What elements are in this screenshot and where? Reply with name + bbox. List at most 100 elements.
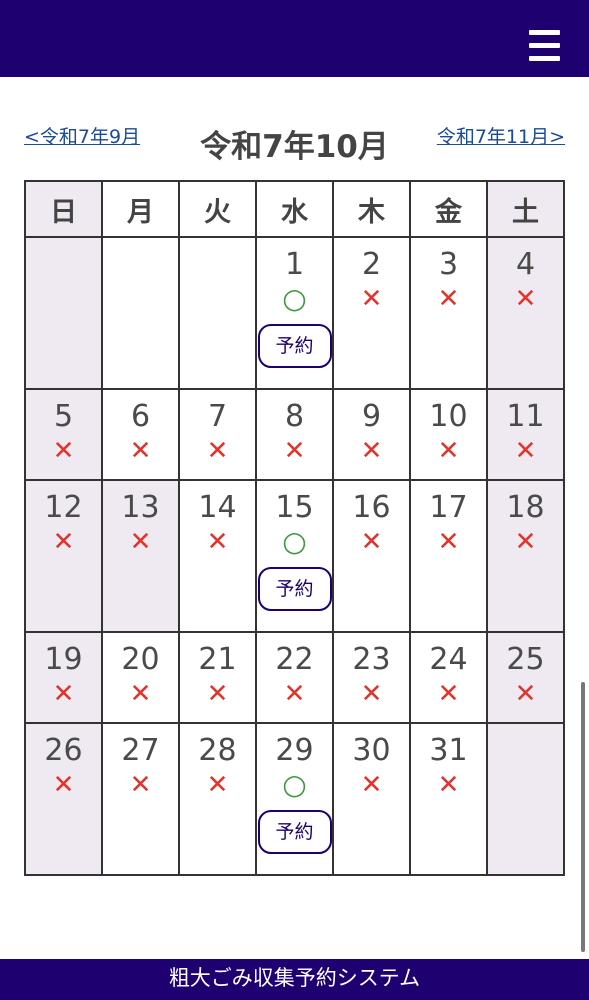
day-number: 7 [207, 399, 228, 434]
unavailable-mark-icon: ✕ [52, 770, 75, 800]
calendar-day-cell: 10 ✕ [409, 388, 488, 481]
unavailable-mark-icon: ✕ [437, 284, 460, 314]
day-number: 11 [506, 399, 545, 434]
calendar-day-cell: 7 ✕ [178, 388, 257, 481]
calendar-week-row: 5 ✕ 6 ✕ 7 ✕ 8 ✕ 9 ✕ 10 ✕ 11 ✕ [24, 388, 565, 481]
calendar-empty-cell [178, 236, 257, 390]
unavailable-mark-icon: ✕ [360, 284, 383, 314]
calendar-day-cell: 19 ✕ [24, 631, 103, 724]
weekday-sat: 土 [486, 180, 565, 238]
unavailable-mark-icon: ✕ [129, 770, 152, 800]
calendar-day-cell: 2 ✕ [332, 236, 411, 390]
calendar-table: 日 月 火 水 木 金 土 1 ○ 予約 2 ✕ 3 ✕ 4 ✕ 5 ✕ 6 ✕ 7 ✕ 8 ✕ 9 ✕ 10 ✕ 11 ✕… [24, 180, 565, 876]
menu-line-icon [529, 30, 560, 35]
calendar-day-cell: 15 ○ 予約 [255, 479, 334, 633]
unavailable-mark-icon: ✕ [206, 770, 229, 800]
weekday-mon: 月 [101, 180, 180, 238]
unavailable-mark-icon: ✕ [52, 679, 75, 709]
calendar-body: 1 ○ 予約 2 ✕ 3 ✕ 4 ✕ 5 ✕ 6 ✕ 7 ✕ 8 ✕ 9 ✕ 10 ✕ 11 ✕ 12 ✕ 13 ✕ 14 ✕ 15 ○ 予約… [24, 236, 565, 876]
weekday-wed: 水 [255, 180, 334, 238]
day-number: 3 [438, 247, 459, 282]
unavailable-mark-icon: ✕ [437, 770, 460, 800]
available-mark-icon: ○ [282, 282, 307, 315]
unavailable-mark-icon: ✕ [283, 679, 306, 709]
day-number: 20 [121, 642, 160, 677]
weekday-header-row: 日 月 火 水 木 金 土 [24, 180, 565, 238]
unavailable-mark-icon: ✕ [360, 679, 383, 709]
calendar-day-cell: 20 ✕ [101, 631, 180, 724]
scrollbar[interactable] [581, 682, 585, 952]
day-number: 28 [198, 733, 237, 768]
top-bar [0, 0, 589, 77]
calendar-day-cell: 14 ✕ [178, 479, 257, 633]
calendar-week-row: 19 ✕ 20 ✕ 21 ✕ 22 ✕ 23 ✕ 24 ✕ 25 ✕ [24, 631, 565, 724]
unavailable-mark-icon: ✕ [129, 527, 152, 557]
weekday-tue: 火 [178, 180, 257, 238]
calendar-week-row: 12 ✕ 13 ✕ 14 ✕ 15 ○ 予約 16 ✕ 17 ✕ 18 ✕ [24, 479, 565, 633]
calendar-day-cell: 28 ✕ [178, 722, 257, 876]
weekday-thu: 木 [332, 180, 411, 238]
unavailable-mark-icon: ✕ [514, 679, 537, 709]
available-mark-icon: ○ [282, 525, 307, 558]
menu-line-icon [529, 43, 560, 48]
calendar-day-cell: 6 ✕ [101, 388, 180, 481]
unavailable-mark-icon: ✕ [360, 527, 383, 557]
available-mark-icon: ○ [282, 768, 307, 801]
calendar-day-cell: 5 ✕ [24, 388, 103, 481]
calendar-day-cell: 24 ✕ [409, 631, 488, 724]
day-number: 25 [506, 642, 545, 677]
unavailable-mark-icon: ✕ [437, 527, 460, 557]
unavailable-mark-icon: ✕ [514, 284, 537, 314]
unavailable-mark-icon: ✕ [437, 679, 460, 709]
calendar-day-cell: 11 ✕ [486, 388, 565, 481]
day-number: 13 [121, 490, 160, 525]
calendar-day-cell: 8 ✕ [255, 388, 334, 481]
calendar-day-cell: 3 ✕ [409, 236, 488, 390]
day-number: 9 [361, 399, 382, 434]
calendar-day-cell: 12 ✕ [24, 479, 103, 633]
hamburger-menu-icon[interactable] [529, 30, 560, 62]
calendar-empty-cell [486, 722, 565, 876]
day-number: 16 [352, 490, 391, 525]
unavailable-mark-icon: ✕ [206, 436, 229, 466]
unavailable-mark-icon: ✕ [206, 679, 229, 709]
day-number: 27 [121, 733, 160, 768]
menu-line-icon [529, 56, 560, 61]
reserve-button[interactable]: 予約 [257, 324, 332, 368]
calendar-day-cell: 4 ✕ [486, 236, 565, 390]
calendar-day-cell: 22 ✕ [255, 631, 334, 724]
weekday-sun: 日 [24, 180, 103, 238]
day-number: 12 [44, 490, 83, 525]
calendar-day-cell: 29 ○ 予約 [255, 722, 334, 876]
next-month-link[interactable]: 令和7年11月> [437, 122, 565, 149]
unavailable-mark-icon: ✕ [437, 436, 460, 466]
calendar-day-cell: 26 ✕ [24, 722, 103, 876]
unavailable-mark-icon: ✕ [52, 436, 75, 466]
calendar-day-cell: 16 ✕ [332, 479, 411, 633]
footer-title: 粗大ごみ収集予約システム [168, 966, 421, 990]
unavailable-mark-icon: ✕ [514, 527, 537, 557]
calendar-day-cell: 25 ✕ [486, 631, 565, 724]
day-number: 23 [352, 642, 391, 677]
reserve-button[interactable]: 予約 [257, 810, 332, 854]
day-number: 1 [284, 247, 305, 282]
reserve-button[interactable]: 予約 [257, 567, 332, 611]
calendar-empty-cell [24, 236, 103, 390]
calendar-day-cell: 9 ✕ [332, 388, 411, 481]
day-number: 18 [506, 490, 545, 525]
calendar-day-cell: 13 ✕ [101, 479, 180, 633]
day-number: 31 [429, 733, 468, 768]
calendar-week-row: 26 ✕ 27 ✕ 28 ✕ 29 ○ 予約 30 ✕ 31 ✕ [24, 722, 565, 876]
day-number: 15 [275, 490, 314, 525]
calendar-empty-cell [101, 236, 180, 390]
unavailable-mark-icon: ✕ [514, 436, 537, 466]
day-number: 21 [198, 642, 237, 677]
day-number: 30 [352, 733, 391, 768]
unavailable-mark-icon: ✕ [283, 436, 306, 466]
calendar-week-row: 1 ○ 予約 2 ✕ 3 ✕ 4 ✕ [24, 236, 565, 390]
day-number: 10 [429, 399, 468, 434]
footer: 粗大ごみ収集予約システム [0, 959, 589, 1000]
calendar-day-cell: 31 ✕ [409, 722, 488, 876]
day-number: 26 [44, 733, 83, 768]
calendar-day-cell: 17 ✕ [409, 479, 488, 633]
